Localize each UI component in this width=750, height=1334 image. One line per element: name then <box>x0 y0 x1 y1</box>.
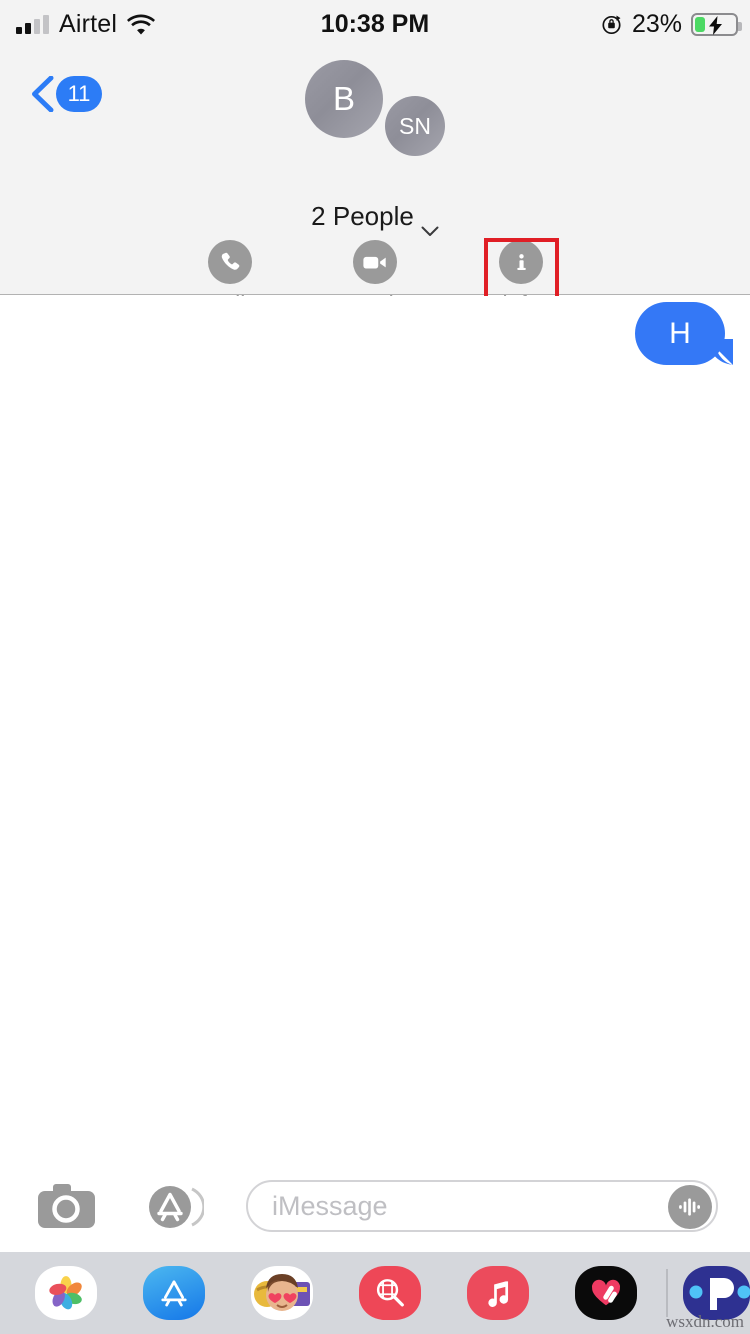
avatar[interactable]: B <box>305 60 383 138</box>
imessage-screen: Airtel 10:38 PM 23% 11 B SN 2 People H i… <box>0 0 750 1334</box>
battery-fill <box>695 16 706 32</box>
status-bar: Airtel 10:38 PM 23% <box>0 0 750 48</box>
message-text: H <box>669 316 691 350</box>
group-avatars[interactable]: B SN <box>0 56 750 156</box>
conversation-header: 11 B SN 2 People audio <box>0 48 750 335</box>
imessage-input-field[interactable]: iMessage <box>246 1180 718 1232</box>
video-camera-icon <box>353 240 397 284</box>
digital-touch-app[interactable] <box>575 1266 637 1320</box>
app-store-icon[interactable] <box>146 1184 206 1230</box>
audio-waveform-icon[interactable] <box>668 1185 712 1229</box>
charging-bolt-icon <box>709 15 722 35</box>
rotation-lock-icon <box>600 13 623 36</box>
status-bar-right: 23% <box>600 0 742 48</box>
watermark: wsxdn.com <box>666 1312 744 1331</box>
memoji-app[interactable] <box>251 1266 313 1320</box>
avatar[interactable]: SN <box>385 96 445 156</box>
battery-percent-label: 23% <box>631 9 682 38</box>
info-icon <box>499 240 543 284</box>
message-bubble-outgoing[interactable]: H <box>635 302 733 365</box>
apple-music-app[interactable] <box>467 1266 529 1320</box>
photos-app[interactable] <box>35 1266 97 1320</box>
group-title-label: 2 People <box>311 201 414 231</box>
phone-icon <box>208 240 252 284</box>
imessage-app-drawer: wsxdn.com <box>0 1252 750 1334</box>
images-app[interactable] <box>359 1266 421 1320</box>
message-input-bar: iMessage <box>0 1160 750 1252</box>
chevron-down-icon <box>421 213 439 236</box>
camera-icon[interactable] <box>38 1184 95 1228</box>
battery-icon <box>691 12 742 36</box>
app-store-app[interactable] <box>143 1266 205 1320</box>
imessage-placeholder: iMessage <box>272 1190 388 1221</box>
bubble-tail-icon <box>706 338 733 365</box>
drawer-divider <box>666 1269 668 1317</box>
message-list: H <box>0 296 750 1160</box>
group-title[interactable]: 2 People <box>0 201 750 236</box>
